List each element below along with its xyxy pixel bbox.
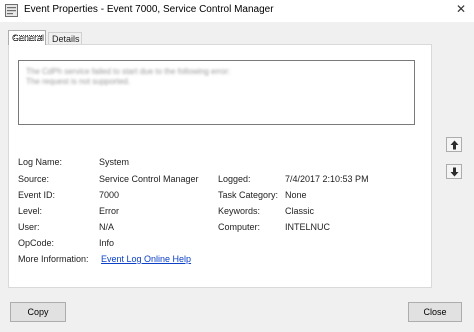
arrow-down-icon (450, 167, 459, 177)
opcode-value: Info (99, 238, 115, 248)
window-title: Event Properties - Event 7000, Service C… (24, 4, 274, 15)
user-label: User: (18, 222, 40, 232)
close-button[interactable]: Close (408, 302, 462, 322)
logged-value: 7/4/2017 2:10:53 PM (285, 174, 369, 184)
window-close-icon[interactable]: ✕ (456, 2, 466, 16)
copy-button[interactable]: Copy (10, 302, 66, 322)
logged-label: Logged: (218, 174, 251, 184)
title-bar: Event Properties - Event 7000, Service C… (0, 0, 474, 22)
keywords-value: Classic (285, 206, 315, 216)
tab-details-label: Details (52, 34, 80, 44)
source-value: Service Control Manager (99, 174, 199, 184)
keywords-label: Keywords: (218, 206, 261, 216)
more-information-label: More Information: (18, 254, 89, 264)
description-line: The CdPh service failed to start due to … (26, 67, 231, 76)
level-label: Level: (18, 206, 43, 216)
event-log-online-help-link[interactable]: Event Log Online Help (101, 254, 191, 264)
log-name-value: System (99, 157, 130, 167)
general-tab-panel: The CdPh service failed to start due to … (8, 44, 432, 288)
tab-general[interactable]: General (8, 30, 46, 45)
level-value: Error (99, 206, 119, 216)
tab-general-label: General (12, 33, 45, 43)
event-viewer-icon (5, 4, 18, 17)
arrow-up-icon (450, 140, 459, 150)
log-name-label: Log Name: (18, 157, 63, 167)
user-value: N/A (99, 222, 115, 232)
computer-label: Computer: (218, 222, 261, 232)
source-label: Source: (18, 174, 50, 184)
next-event-button[interactable] (446, 164, 462, 179)
opcode-label: OpCode: (18, 238, 55, 248)
copy-button-label: Copy (27, 307, 49, 317)
task-category-value: None (285, 190, 307, 200)
event-id-value: 7000 (99, 190, 120, 200)
description-line: The request is not supported. (26, 77, 131, 86)
task-category-label: Task Category: (218, 190, 279, 200)
close-button-label: Close (423, 307, 447, 317)
event-properties-window: Event Properties - Event 7000, Service C… (0, 0, 474, 332)
event-description-box[interactable]: The CdPh service failed to start due to … (18, 60, 415, 125)
computer-value: INTELNUC (285, 222, 331, 232)
event-id-label: Event ID: (18, 190, 56, 200)
previous-event-button[interactable] (446, 137, 462, 152)
